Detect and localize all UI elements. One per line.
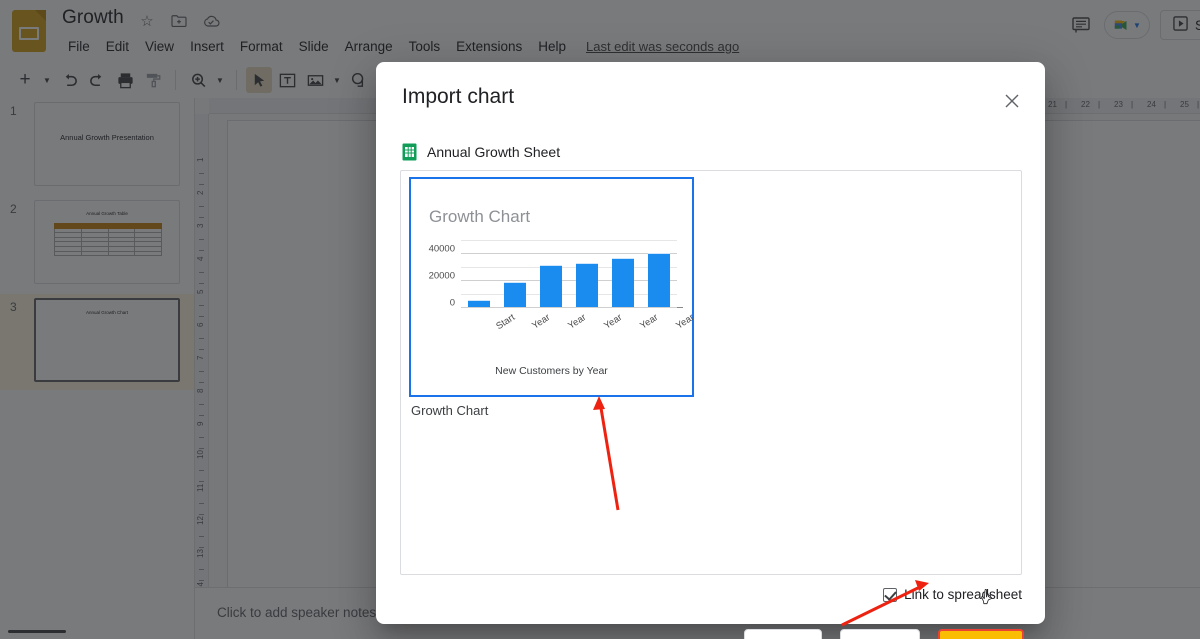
dialog-title: Import chart [402, 85, 515, 108]
chart-x-tick-label: Year [602, 312, 625, 332]
chart-x-tick-label: Year [674, 312, 697, 332]
link-to-spreadsheet-checkbox[interactable] [883, 587, 898, 602]
chart-option-caption: Growth Chart [411, 403, 489, 418]
chart-option-growth-chart[interactable]: Growth Chart 40000 20000 0 Start Year Year Yea… [409, 177, 697, 397]
chart-bar [503, 281, 527, 307]
chart-gridline [461, 280, 677, 282]
chart-bar [647, 252, 671, 307]
mouse-cursor-pointer-hand [981, 589, 993, 605]
google-slides-window: Growth ☆ File Edit View Insert Format Sl… [0, 0, 1200, 639]
source-spreadsheet-row: Annual Growth Sheet [402, 143, 560, 161]
chart-x-tick-label: Start [494, 312, 518, 333]
chart-y-tick-label: 40000 [428, 243, 455, 255]
sheets-icon [402, 143, 417, 161]
link-to-spreadsheet-label: Link to spreadsheet [904, 587, 1022, 602]
chart-x-tick-label: Year [566, 312, 589, 332]
chart-bar [539, 265, 563, 307]
chart-gridline [461, 253, 677, 255]
chart-bar [611, 258, 635, 307]
chart-title: Growth Chart [429, 207, 531, 226]
chart-gridline [461, 293, 677, 295]
chart-x-tick-label: Year [638, 312, 661, 332]
dialog-footer: Back Cancel Import [743, 629, 1024, 639]
cancel-button[interactable]: Cancel [839, 629, 920, 639]
chart-gridline [461, 266, 677, 268]
import-chart-dialog: Import chart Annual Growth Sheet Growth … [376, 62, 1045, 639]
chart-x-axis-label: New Customers by Year [495, 365, 608, 377]
link-to-spreadsheet-row[interactable]: Link to spreadsheet [883, 587, 1022, 602]
chart-picker-list[interactable]: Growth Chart 40000 20000 0 Start Year Year Yea… [400, 170, 1022, 575]
chart-bar [467, 300, 491, 307]
chart-plot-area: 40000 20000 0 Start Year Year Year Year Year [429, 240, 696, 332]
chart-preview: Growth Chart 40000 20000 0 Start Year Year Yea… [411, 179, 697, 395]
back-button[interactable]: Back [743, 629, 822, 639]
chart-y-tick-label: 0 [449, 297, 455, 309]
chart-gridline [461, 307, 677, 308]
source-spreadsheet-name: Annual Growth Sheet [427, 144, 561, 160]
chart-gridline [461, 240, 677, 241]
chart-bar [575, 262, 599, 307]
import-button[interactable]: Import [938, 629, 1024, 639]
chart-y-tick-label: 20000 [428, 270, 455, 282]
close-icon[interactable] [999, 88, 1025, 114]
chart-x-tick-label: Year [530, 312, 553, 332]
